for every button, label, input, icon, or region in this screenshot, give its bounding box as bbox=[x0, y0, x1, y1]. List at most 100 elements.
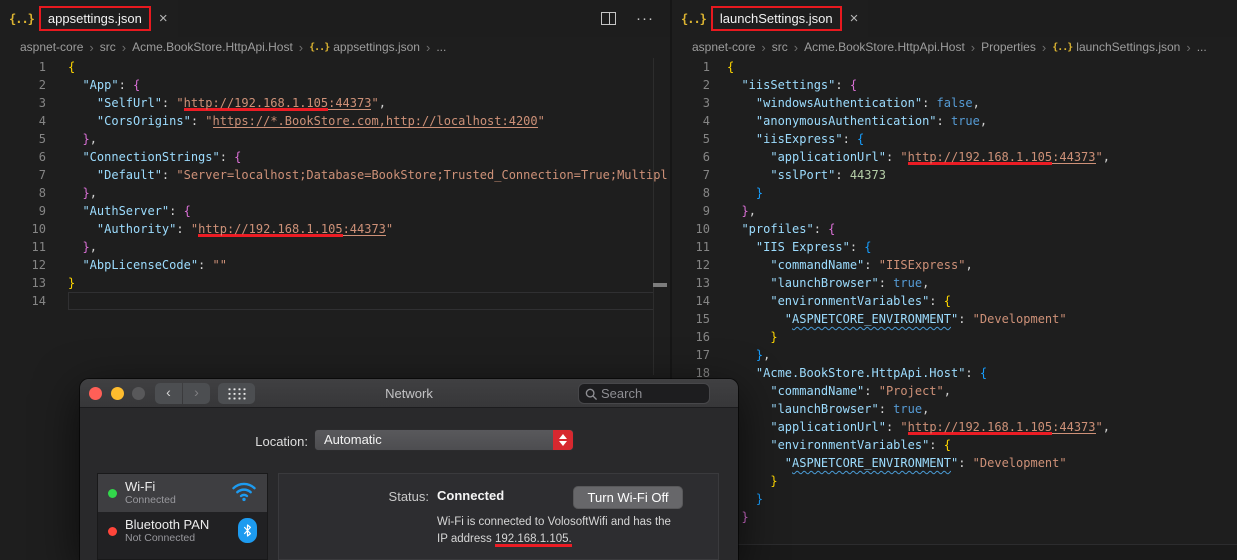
code-line[interactable]: 12 "AbpLicenseCode": "" bbox=[0, 256, 670, 274]
code-line[interactable]: 3 "SelfUrl": "http://192.168.1.105:44373… bbox=[0, 94, 670, 112]
token: "applicationUrl" bbox=[727, 420, 886, 434]
split-editor-icon[interactable] bbox=[601, 12, 616, 25]
token: true bbox=[950, 114, 980, 128]
token: "IIS Express" bbox=[727, 240, 850, 254]
location-dropdown[interactable]: Automatic bbox=[314, 429, 574, 451]
breadcrumb-item[interactable]: aspnet-core bbox=[692, 40, 755, 54]
breadcrumb-item[interactable]: appsettings.json bbox=[333, 40, 420, 54]
code-line[interactable]: 2 "App": { bbox=[0, 76, 670, 94]
red-annotated-url[interactable]: http://192.168.1.105 bbox=[198, 222, 343, 237]
code-line[interactable]: 8 } bbox=[672, 184, 1237, 202]
search-field[interactable]: Search bbox=[578, 383, 710, 404]
code-line[interactable]: 13} bbox=[0, 274, 670, 292]
url-link[interactable]: https://*.BookStore.com,http://localhost… bbox=[212, 114, 538, 128]
token: : bbox=[929, 294, 944, 308]
code-line[interactable]: 17 }, bbox=[672, 346, 1237, 364]
code-line[interactable]: 6 "ConnectionStrings": { bbox=[0, 148, 670, 166]
token: : bbox=[965, 366, 980, 380]
token: "Development" bbox=[972, 312, 1067, 326]
code-editor: 1{2 "iisSettings": {3 "windowsAuthentica… bbox=[672, 58, 1237, 526]
breadcrumb-item[interactable]: src bbox=[100, 40, 116, 54]
location-value: Automatic bbox=[324, 432, 382, 447]
code-line[interactable]: 7 "Default": "Server=localhost;Database=… bbox=[0, 166, 670, 184]
turn-wifi-off-button[interactable]: Turn Wi-Fi Off bbox=[573, 486, 683, 509]
code-line[interactable]: 20 "launchBrowser": true, bbox=[672, 400, 1237, 418]
line-content: }, bbox=[46, 238, 96, 256]
code-line[interactable]: 2 "iisSettings": { bbox=[672, 76, 1237, 94]
code-line[interactable]: 12 "commandName": "IISExpress", bbox=[672, 256, 1237, 274]
token: : bbox=[176, 222, 191, 236]
code-line[interactable]: 11 "IIS Express": { bbox=[672, 238, 1237, 256]
breadcrumb-item[interactable]: Acme.BookStore.HttpApi.Host bbox=[804, 40, 965, 54]
dropdown-stepper-icon bbox=[553, 430, 573, 450]
token: } bbox=[727, 204, 749, 218]
code-line[interactable]: 14 "environmentVariables": { bbox=[672, 292, 1237, 310]
breadcrumb-item[interactable]: Acme.BookStore.HttpApi.Host bbox=[132, 40, 293, 54]
code-line[interactable]: 1{ bbox=[672, 58, 1237, 76]
code-line[interactable]: 23 "ASPNETCORE_ENVIRONMENT": "Developmen… bbox=[672, 454, 1237, 472]
code-line[interactable]: 10 "profiles": { bbox=[672, 220, 1237, 238]
code-line[interactable]: 25 } bbox=[672, 490, 1237, 508]
code-line[interactable]: 21 "applicationUrl": "http://192.168.1.1… bbox=[672, 418, 1237, 436]
tab-launchsettings-json[interactable]: {..} launchSettings.json × bbox=[672, 0, 869, 37]
breadcrumb-item[interactable]: Properties bbox=[981, 40, 1036, 54]
code-line[interactable]: 5 }, bbox=[0, 130, 670, 148]
code-line[interactable]: 22 "environmentVariables": { bbox=[672, 436, 1237, 454]
code-line[interactable]: 26 } bbox=[672, 508, 1237, 526]
token: "App" bbox=[68, 78, 119, 92]
code-line[interactable]: 24 } bbox=[672, 472, 1237, 490]
code-line[interactable]: 7 "sslPort": 44373 bbox=[672, 166, 1237, 184]
editor-bottom-band bbox=[672, 545, 1237, 560]
breadcrumb-separator: › bbox=[1041, 39, 1047, 55]
red-annotated-url[interactable]: http://192.168.1.105 bbox=[907, 420, 1053, 435]
code-line[interactable]: 6 "applicationUrl": "http://192.168.1.10… bbox=[672, 148, 1237, 166]
breadcrumb-item[interactable]: aspnet-core bbox=[20, 40, 83, 54]
code-line[interactable]: 1{ bbox=[0, 58, 670, 76]
code-line[interactable]: 13 "launchBrowser": true, bbox=[672, 274, 1237, 292]
code-line[interactable]: 9 "AuthServer": { bbox=[0, 202, 670, 220]
service-row-wi-fi[interactable]: Wi-Fi Connected bbox=[98, 474, 267, 512]
red-annotated-url[interactable]: http://192.168.1.105 bbox=[183, 96, 329, 111]
code-line[interactable]: 16 } bbox=[672, 328, 1237, 346]
overview-ruler-cursor-marker[interactable] bbox=[653, 283, 667, 287]
code-line[interactable]: 18 "Acme.BookStore.HttpApi.Host": { bbox=[672, 364, 1237, 382]
code-line[interactable]: 19 "commandName": "Project", bbox=[672, 382, 1237, 400]
service-status: Not Connected bbox=[125, 532, 196, 544]
token: : bbox=[849, 240, 865, 254]
line-content: }, bbox=[710, 202, 755, 220]
token: { bbox=[68, 60, 76, 74]
url-link[interactable]: :44373 bbox=[1052, 420, 1096, 434]
code-line[interactable]: 3 "windowsAuthentication": false, bbox=[672, 94, 1237, 112]
code-line[interactable]: 10 "Authority": "http://192.168.1.105:44… bbox=[0, 220, 670, 238]
code-line[interactable]: 11 }, bbox=[0, 238, 670, 256]
url-link[interactable]: :44373 bbox=[1052, 150, 1096, 164]
code-line[interactable]: 5 "iisExpress": { bbox=[672, 130, 1237, 148]
red-annotated-url[interactable]: http://192.168.1.105 bbox=[907, 150, 1053, 165]
tab-label-annotated: launchSettings.json bbox=[710, 6, 842, 31]
line-number: 10 bbox=[31, 222, 46, 236]
line-content: "commandName": "IISExpress", bbox=[710, 256, 972, 274]
code-line[interactable]: 9 }, bbox=[672, 202, 1237, 220]
window-titlebar[interactable]: ‹ › Network Search bbox=[80, 379, 738, 408]
code-line[interactable]: 15 "ASPNETCORE_ENVIRONMENT": "Developmen… bbox=[672, 310, 1237, 328]
tab-appsettings-json[interactable]: {..} appsettings.json × bbox=[0, 0, 178, 37]
breadcrumb-item[interactable]: launchSettings.json bbox=[1076, 40, 1180, 54]
breadcrumb-separator: › bbox=[425, 39, 431, 55]
breadcrumb-item[interactable]: src bbox=[772, 40, 788, 54]
url-link[interactable]: :44373 bbox=[328, 96, 372, 110]
breadcrumb-item[interactable]: ... bbox=[436, 40, 446, 54]
service-row-bluetooth-pan[interactable]: Bluetooth PAN Not Connected bbox=[98, 512, 267, 550]
token: : bbox=[198, 258, 213, 272]
token: "Authority" bbox=[68, 222, 177, 236]
breadcrumb-item[interactable]: ... bbox=[1197, 40, 1207, 54]
close-tab-icon[interactable]: × bbox=[159, 10, 168, 27]
code-line[interactable]: 4 "CorsOrigins": "https://*.BookStore.co… bbox=[0, 112, 670, 130]
line-number: 12 bbox=[695, 258, 710, 272]
code-line[interactable]: 8 }, bbox=[0, 184, 670, 202]
code-line[interactable]: 4 "anonymousAuthentication": true, bbox=[672, 112, 1237, 130]
more-actions-icon[interactable]: ··· bbox=[636, 11, 654, 26]
url-link[interactable]: :44373 bbox=[342, 222, 386, 236]
token: , bbox=[763, 348, 771, 362]
close-tab-icon[interactable]: × bbox=[850, 10, 859, 27]
line-number: 3 bbox=[702, 96, 710, 110]
